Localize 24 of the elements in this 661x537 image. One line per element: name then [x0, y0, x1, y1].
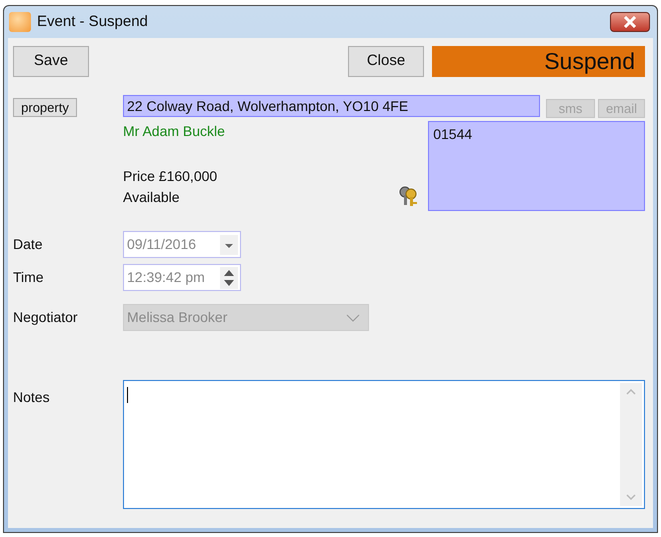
save-button[interactable]: Save [13, 46, 89, 77]
date-field[interactable]: 09/11/2016 [123, 231, 241, 258]
price-text: Price £160,000 [123, 167, 218, 186]
keys-icon [398, 185, 420, 207]
scroll-down-icon[interactable] [626, 494, 636, 500]
field-label: Time [13, 268, 45, 287]
time-field[interactable]: 12:39:42 pm [123, 264, 241, 291]
availability-text: Available [123, 188, 180, 207]
scroll-up-icon[interactable] [626, 389, 636, 395]
contact-name: Mr Adam Buckle [123, 122, 226, 141]
phone-field[interactable]: 01544 [428, 121, 645, 211]
notes-label: Notes [13, 388, 51, 407]
field-label: Negotiator [13, 308, 79, 327]
field-label: Date [13, 235, 44, 254]
notes-field[interactable] [123, 380, 645, 509]
address-field[interactable]: 22 Colway Road, Wolverhampton, YO10 4FE [123, 95, 540, 117]
close-icon[interactable] [610, 12, 650, 32]
property-button[interactable]: property [13, 98, 77, 117]
dropdown-icon[interactable] [220, 234, 238, 254]
spin-icon[interactable] [220, 266, 238, 288]
app-icon [9, 12, 31, 32]
window-title: Event - Suspend [37, 12, 148, 32]
status-banner: Suspend [432, 46, 645, 77]
close-button[interactable]: Close [348, 46, 424, 77]
